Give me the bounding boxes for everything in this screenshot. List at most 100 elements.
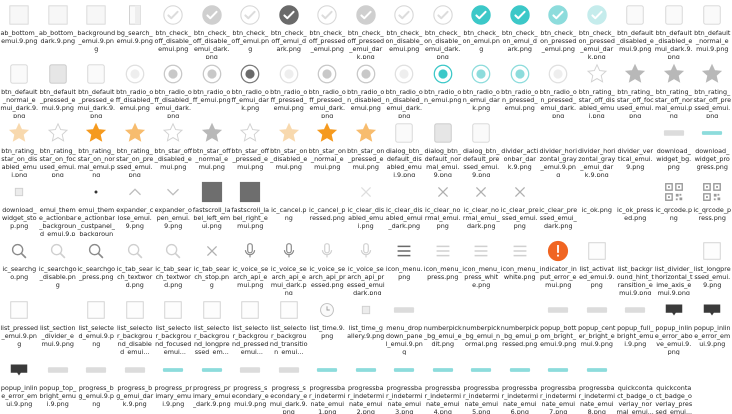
file-item[interactable]: expander_open_emui.9.png: [154, 177, 193, 236]
file-item[interactable]: ic_qrcode_press.png: [693, 177, 732, 236]
file-item[interactable]: btn_check_off_disable_emui_dark.png: [193, 0, 232, 59]
file-item[interactable]: ic_voice_search_api_pressed.png: [308, 236, 347, 295]
file-item[interactable]: btn_radio_on_emui.png: [424, 59, 463, 118]
file-item[interactable]: icon_menu_press_white.png: [462, 236, 501, 295]
file-item[interactable]: btn_rating_star_on_normal_emui.png: [77, 118, 116, 177]
file-item[interactable]: btn_check_on_disable_emui.png: [385, 0, 424, 59]
file-item[interactable]: dialog_btn_default_normal_emui.9.png: [424, 118, 463, 177]
file-item[interactable]: btn_default_disabled_emui.9.png: [616, 0, 655, 59]
file-item[interactable]: ic_qrcode.png: [655, 177, 694, 236]
file-item[interactable]: list_longpressed_emui.9.png: [693, 236, 732, 295]
file-item[interactable]: btn_radio_off_disabled_emui_dark.png: [154, 59, 193, 118]
file-item[interactable]: btn_star_on_pressed_emui.png: [347, 118, 386, 177]
file-item[interactable]: list_selector_background_transition_emui…: [270, 295, 309, 355]
file-item[interactable]: btn_radio_on_pressed_emui.png: [501, 59, 540, 118]
file-item[interactable]: numberpick_bg_emui_edit.png: [424, 295, 463, 354]
file-item[interactable]: ic_cancel.png: [270, 177, 309, 236]
file-item[interactable]: list_activated_emui.9.png: [578, 236, 617, 295]
file-item[interactable]: progress_secondary_emui.9.png: [231, 355, 270, 414]
file-item[interactable]: btn_star_off_pressed_emui.png: [231, 118, 270, 177]
file-item[interactable]: list_divider_horizontal_time_axis_emui.9…: [655, 236, 694, 295]
file-item[interactable]: dialog_btn_default_disabled_emui.9.png: [385, 118, 424, 177]
file-item[interactable]: btn_star_off_disabled_emui.png: [154, 118, 193, 177]
file-item[interactable]: quickcontact_badge_overlay_normal_emui..…: [616, 355, 655, 414]
file-item[interactable]: btn_rating_star_off_pressed_emui.png: [693, 59, 732, 118]
file-item[interactable]: expander_close_emui.9.png: [116, 177, 155, 236]
file-item[interactable]: progressbar_indeterminate_emui3.png: [385, 355, 424, 414]
file-item[interactable]: list_background_hint_transition_emui.9.p…: [616, 236, 655, 295]
file-item[interactable]: ic_tab_search_textword.png: [154, 236, 193, 295]
file-item[interactable]: ic_clear_pressed_emui.png: [501, 177, 540, 236]
file-item[interactable]: popup_inline_error_emui.9.png: [0, 355, 39, 414]
file-item[interactable]: ic_ok.png: [578, 177, 617, 236]
file-item[interactable]: btn_radio_on_disabled_emui.png: [347, 59, 386, 118]
file-item[interactable]: popup_bottom_bright_emui.9.png: [539, 295, 578, 354]
file-item[interactable]: btn_check_off_disable_emui.png: [154, 0, 193, 59]
file-item[interactable]: ab_bottom_dark.9.png: [39, 0, 78, 59]
file-item[interactable]: btn_check_on_pressed_emui.png: [539, 0, 578, 59]
file-item[interactable]: divider_horizontal_gray_emui_dark.9.png: [578, 118, 617, 177]
file-item[interactable]: btn_star_off_normal_emui.png: [193, 118, 232, 177]
file-item[interactable]: btn_default_pressed_emui.9.png: [39, 59, 78, 118]
file-item[interactable]: ic_searchgo_disable.png: [39, 236, 78, 295]
file-item[interactable]: icon_menu_press.png: [424, 236, 463, 295]
file-item[interactable]: ic_voice_search_api_pressed_emui_dark.pn…: [347, 236, 386, 295]
file-item[interactable]: divider_actionbar_dark.9.png: [501, 118, 540, 177]
file-item[interactable]: popup_inline_error_emui.9.png: [693, 295, 732, 354]
file-item[interactable]: ic_searchgo_press.png: [77, 236, 116, 295]
file-item[interactable]: btn_check_on_pressed_emui_dark.png: [578, 0, 617, 59]
file-item[interactable]: ic_clear_disabled_emui_dark.png: [385, 177, 424, 236]
file-item[interactable]: btn_check_off_pressed_emui_dark.png: [347, 0, 386, 59]
file-item[interactable]: download_widget_stop.png: [0, 177, 39, 236]
file-item[interactable]: progressbar_indeterminate_emui2.png: [347, 355, 386, 414]
file-item[interactable]: btn_default_normal_emui_dark.9.png: [0, 59, 39, 118]
file-item[interactable]: ic_tab_search_stop.png: [193, 236, 232, 295]
file-item[interactable]: indicator_input_error_emui.png: [539, 236, 578, 295]
file-item[interactable]: ic_ok_pressed.png: [616, 177, 655, 236]
file-item[interactable]: list_time.9.png: [308, 295, 347, 354]
file-item[interactable]: list_selected_emui.9.png: [77, 295, 116, 354]
file-item[interactable]: btn_default_normal_emui.9.png: [693, 0, 732, 59]
file-item[interactable]: divider_vertical_emui.9.png: [616, 118, 655, 177]
file-item[interactable]: btn_check_off_emui_dark.png: [270, 0, 309, 59]
file-item[interactable]: btn_rating_star_off_normal_emui.png: [655, 59, 694, 118]
file-item[interactable]: btn_rating_star_off_focused_emui.png: [616, 59, 655, 118]
file-item[interactable]: popup_center_bright_emui.9.png: [578, 295, 617, 354]
file-item[interactable]: download_widget_progress.png: [693, 118, 732, 177]
file-item[interactable]: btn_radio_off_emui.png: [193, 59, 232, 118]
file-item[interactable]: ic_clear_disabled_emui.png: [347, 177, 386, 236]
file-item[interactable]: btn_star_on_disabled_emui.png: [270, 118, 309, 177]
file-item[interactable]: progressbar_indeterminate_emui5.png: [462, 355, 501, 414]
file-item[interactable]: fastscroll_label_left_emui.png: [193, 177, 232, 236]
file-item[interactable]: progress_bg_emui_dark.9.png: [116, 355, 155, 414]
file-item[interactable]: ic_clear_normal_emui.png: [424, 177, 463, 236]
file-item[interactable]: progressbar_indeterminate_emui1.png: [308, 355, 347, 414]
file-item[interactable]: popup_inline_error_above_emui.9.png: [655, 295, 694, 355]
file-item[interactable]: ic_cancel_pressed.png: [308, 177, 347, 236]
file-item[interactable]: btn_rating_star_on_disabled_emui.png: [0, 118, 39, 177]
file-item[interactable]: list_selector_background_pressed_emui...: [231, 295, 270, 355]
file-item[interactable]: emui_theme_actionbar_background_emui.9.p…: [39, 177, 78, 236]
file-item[interactable]: list_time_gallery.9.png: [347, 295, 386, 354]
file-item[interactable]: progress_primary_emui.9.png: [154, 355, 193, 414]
file-item[interactable]: numberpick_bg_emui_normal.png: [462, 295, 501, 354]
file-item[interactable]: progress_primary_emui_dark.9.png: [193, 355, 232, 414]
file-item[interactable]: btn_default_disabled_emui_dark.9.png: [655, 0, 694, 59]
file-item[interactable]: progress_bg_emui.9.png: [77, 355, 116, 414]
file-item[interactable]: btn_star_on_normal_emui.png: [308, 118, 347, 177]
file-item[interactable]: btn_check_on_disable_emui_dark.png: [424, 0, 463, 59]
file-item[interactable]: progressbar_indeterminate_emui8.png: [578, 355, 617, 414]
file-item[interactable]: icon_menu.png: [385, 236, 424, 295]
file-item[interactable]: btn_rating_star_on_pressed_emui.png: [116, 118, 155, 177]
file-item[interactable]: progress_secondary_emui_dark.9.png: [270, 355, 309, 414]
file-item[interactable]: btn_rating_star_off_disabled_emui.png: [578, 59, 617, 118]
file-item[interactable]: btn_radio_on_disabled_emui_dark.png: [385, 59, 424, 118]
file-item[interactable]: ic_clear_normal_emui_dark.png: [462, 177, 501, 236]
file-item[interactable]: progressbar_indeterminate_emui6.png: [501, 355, 540, 414]
file-item[interactable]: dialog_btn_default_pressed_emui.9.png: [462, 118, 501, 177]
file-item[interactable]: btn_radio_off_disabled_emui.png: [116, 59, 155, 118]
file-item[interactable]: progressbar_indeterminate_emui4.png: [424, 355, 463, 414]
file-item[interactable]: btn_check_on_emui.png: [462, 0, 501, 59]
file-item[interactable]: list_selector_background_focused_emui...: [154, 295, 193, 355]
file-item[interactable]: list_selector_background_longpressed_em.…: [193, 295, 232, 355]
